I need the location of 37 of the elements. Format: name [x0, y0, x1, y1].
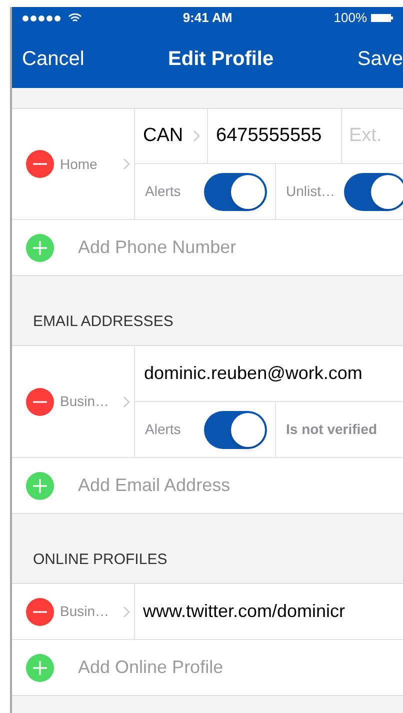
- signal-dots-icon: [22, 14, 62, 22]
- toggle-label: Alerts: [145, 182, 181, 201]
- add-row-button[interactable]: Add Email Address: [78, 472, 230, 499]
- chevron-icon: [193, 130, 200, 142]
- country-code[interactable]: CAN: [143, 122, 184, 150]
- toggle-label: Alerts: [145, 420, 181, 439]
- section-header: ONLINE PROFILES: [33, 550, 168, 570]
- add-row-button[interactable]: Add Online Profile: [78, 654, 224, 681]
- add-icon[interactable]: [26, 654, 54, 682]
- type-label[interactable]: Busin…: [60, 391, 117, 412]
- toggle-switch[interactable]: [344, 172, 403, 210]
- chevron-icon: [123, 606, 130, 618]
- verification-status: Is not verified: [286, 420, 378, 439]
- wifi-icon: [68, 13, 82, 23]
- type-label[interactable]: Home: [60, 154, 117, 174]
- add-row-button[interactable]: Add Phone Number: [78, 234, 236, 261]
- toggle-label: Unlist…: [286, 182, 336, 201]
- toggle-switch[interactable]: [204, 410, 267, 448]
- toggle-switch[interactable]: [204, 172, 267, 210]
- add-icon[interactable]: [26, 234, 54, 262]
- battery-percent: 100%: [334, 9, 367, 28]
- save-button[interactable]: Save: [357, 44, 403, 74]
- remove-icon[interactable]: [26, 388, 54, 416]
- profile-url-field[interactable]: www.twitter.com/dominicr: [143, 598, 346, 625]
- chevron-icon: [123, 396, 130, 408]
- remove-icon[interactable]: [26, 598, 54, 626]
- phone-number-field[interactable]: 6475555555: [216, 122, 322, 150]
- battery-icon: [371, 13, 393, 23]
- status-time: 9:41 AM: [182, 9, 232, 28]
- email-field[interactable]: dominic.reuben@work.com: [144, 360, 362, 387]
- screen-title: Edit Profile: [168, 46, 274, 72]
- chevron-icon: [123, 158, 130, 170]
- section-header: EMAIL ADDRESSES: [33, 312, 174, 332]
- remove-icon[interactable]: [26, 150, 54, 178]
- type-label[interactable]: Busin…: [60, 601, 117, 622]
- add-icon[interactable]: [26, 472, 54, 500]
- cancel-button[interactable]: Cancel: [22, 44, 84, 74]
